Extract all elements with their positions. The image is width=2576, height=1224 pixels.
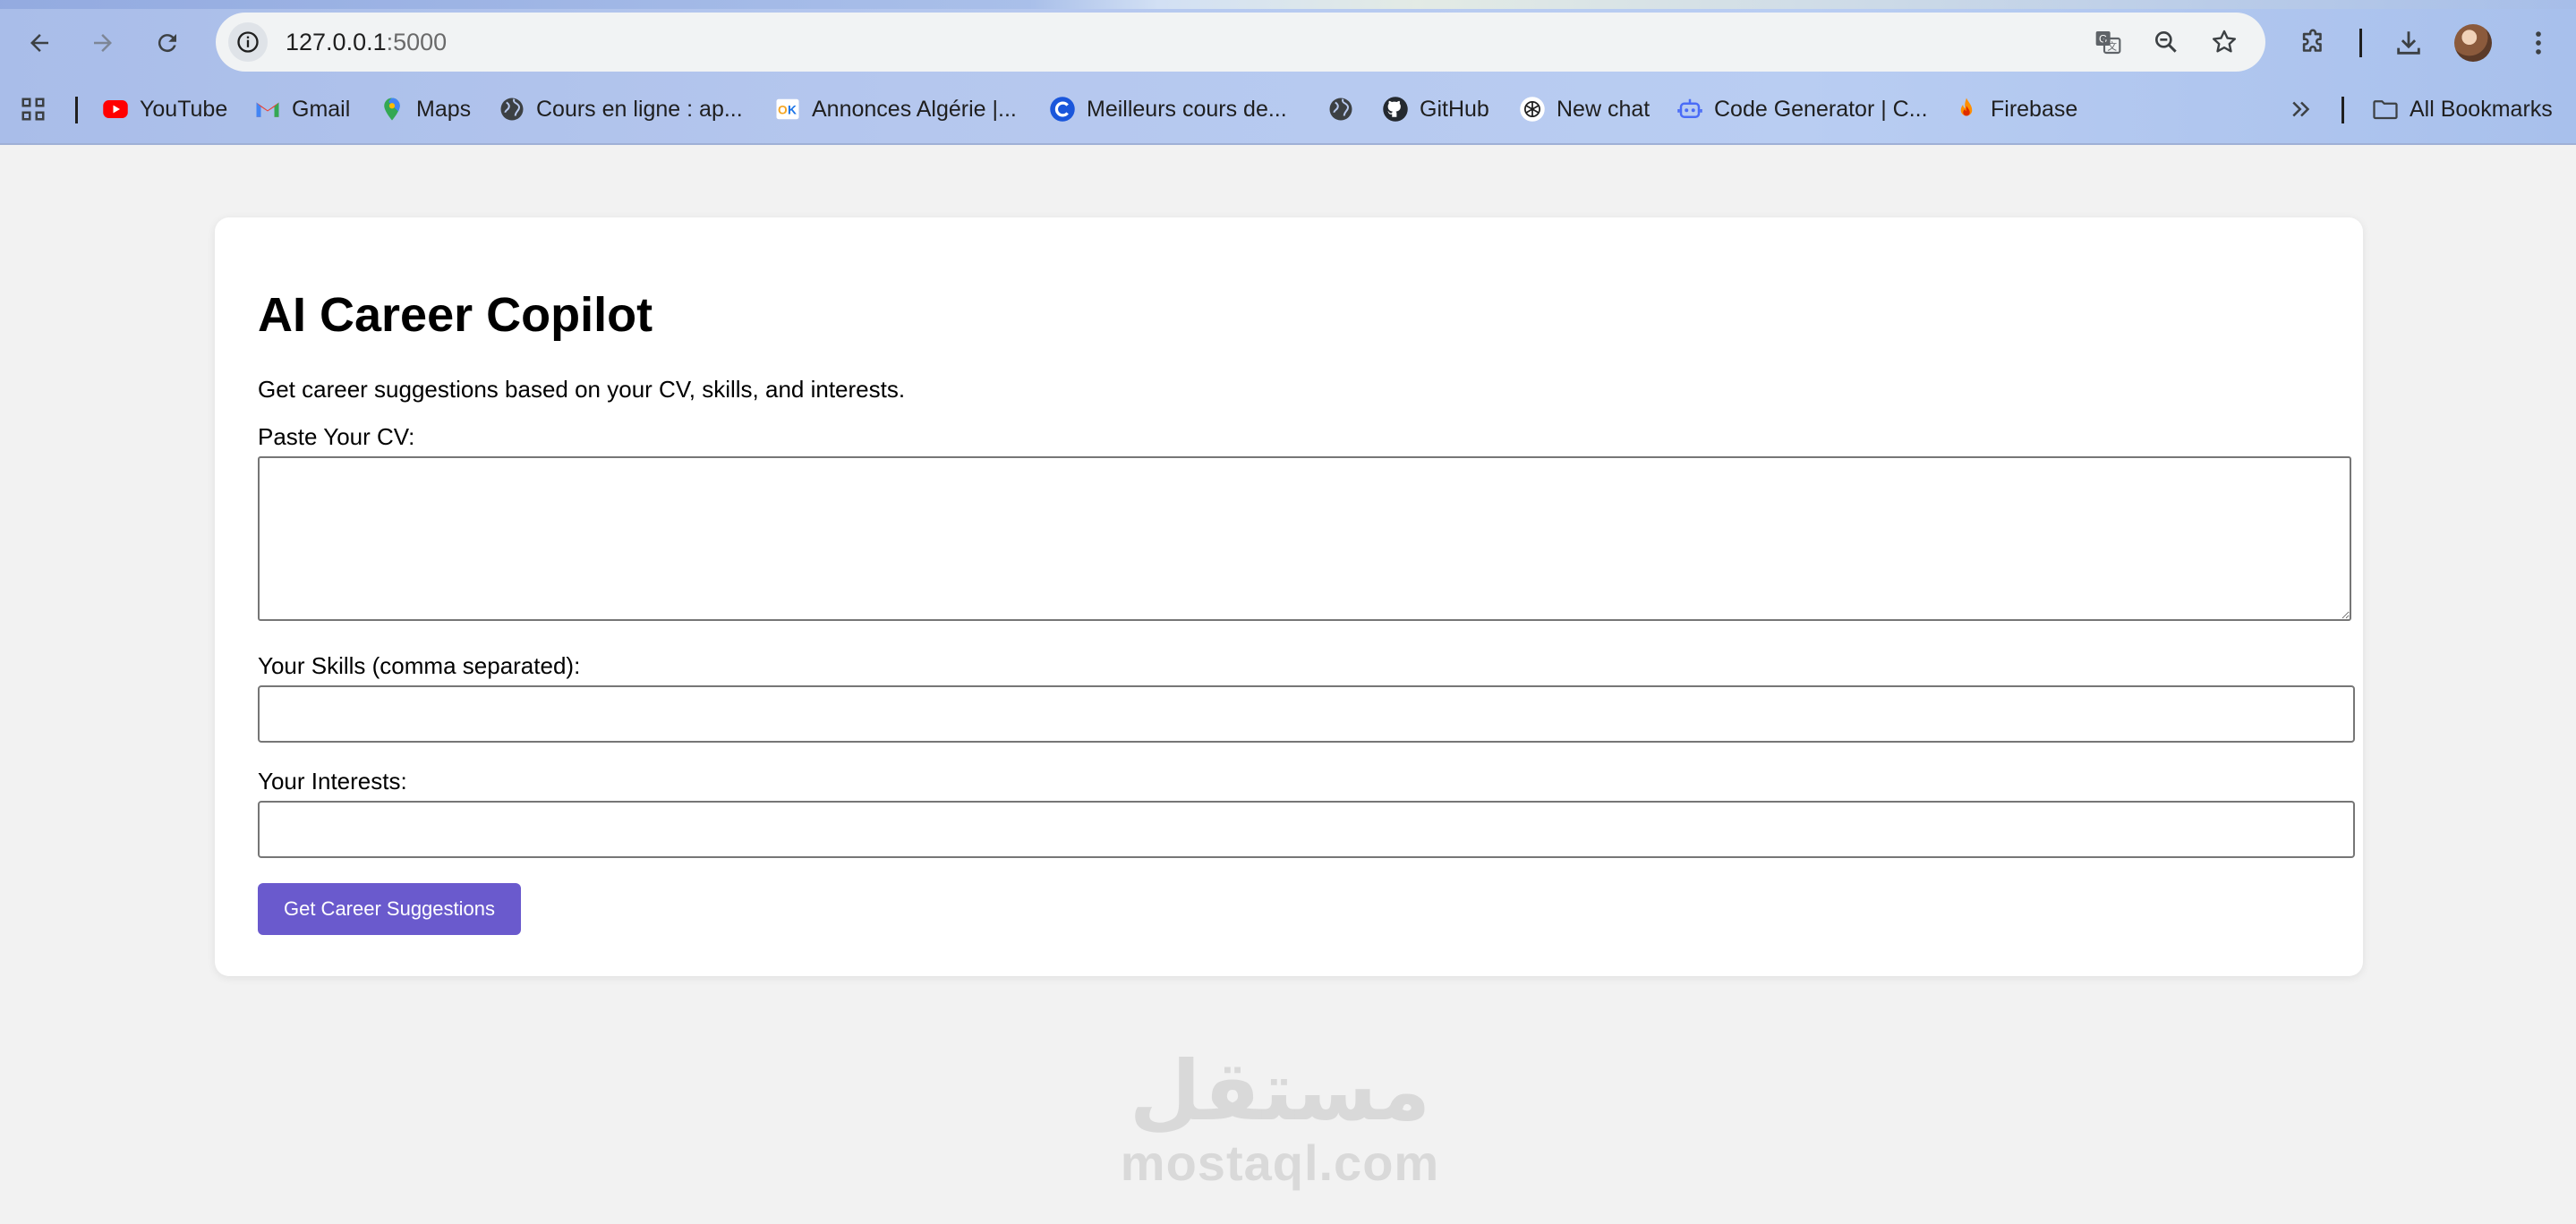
maps-icon bbox=[379, 96, 405, 123]
bookmark-github[interactable]: GitHub bbox=[1382, 86, 1489, 132]
apps-grid-icon bbox=[20, 96, 47, 123]
site-info-button[interactable] bbox=[228, 22, 268, 62]
github-icon bbox=[1382, 96, 1409, 123]
bookmark-youtube[interactable]: YouTube bbox=[102, 86, 227, 132]
toolbar-separator bbox=[2359, 29, 2362, 57]
bookmark-label: Annonces Algérie |... bbox=[812, 96, 1017, 122]
svg-text:O: O bbox=[778, 104, 788, 117]
profile-avatar[interactable] bbox=[2454, 24, 2492, 62]
download-icon bbox=[2397, 31, 2420, 55]
svg-text:文: 文 bbox=[2107, 41, 2117, 53]
bookmarks-separator bbox=[75, 97, 78, 123]
interests-label: Your Interests: bbox=[258, 768, 407, 795]
star-icon bbox=[2212, 30, 2237, 53]
reload-button[interactable] bbox=[144, 20, 191, 66]
youtube-icon bbox=[102, 96, 129, 123]
bookmark-label: GitHub bbox=[1420, 96, 1489, 122]
url-text[interactable]: 127.0.0.1:5000 bbox=[286, 29, 447, 56]
apps-button[interactable] bbox=[20, 86, 47, 132]
globe-icon bbox=[499, 96, 525, 123]
bookmark-star-button[interactable] bbox=[2205, 22, 2244, 62]
bookmark-label: Firebase bbox=[1991, 96, 2078, 122]
career-form-card: AI Career Copilot Get career suggestions… bbox=[215, 217, 2363, 976]
bookmark-label: Meilleurs cours de... bbox=[1087, 96, 1287, 122]
bookmark-gmail[interactable]: Gmail bbox=[254, 86, 350, 132]
reload-icon bbox=[158, 34, 176, 53]
bookmark-label: New chat bbox=[1557, 96, 1651, 122]
bookmark-annonces-algerie[interactable]: OK Annonces Algérie |... bbox=[774, 86, 1017, 132]
folder-icon bbox=[2372, 96, 2399, 123]
zoom-button[interactable] bbox=[2146, 22, 2186, 62]
translate-icon: G文 bbox=[2095, 31, 2121, 55]
kebab-menu-icon bbox=[2536, 31, 2541, 55]
browser-menu-button[interactable] bbox=[2515, 20, 2562, 66]
downloads-button[interactable] bbox=[2385, 20, 2432, 66]
interests-input[interactable] bbox=[258, 801, 2355, 858]
arrow-right-icon bbox=[94, 34, 112, 52]
url-port: :5000 bbox=[386, 28, 448, 55]
firebase-icon bbox=[1953, 96, 1980, 123]
tab-strip-edge bbox=[0, 0, 2576, 9]
robot-icon bbox=[1676, 96, 1703, 123]
skills-label: Your Skills (comma separated): bbox=[258, 652, 581, 679]
forward-button[interactable] bbox=[80, 20, 126, 66]
bookmark-meilleurs-cours[interactable]: Meilleurs cours de... bbox=[1049, 86, 1287, 132]
bookmark-label: YouTube bbox=[140, 96, 228, 122]
page-title: AI Career Copilot bbox=[258, 288, 653, 342]
cv-label: Paste Your CV: bbox=[258, 423, 415, 450]
page-subtitle: Get career suggestions based on your CV,… bbox=[258, 376, 906, 403]
bookmark-firebase[interactable]: Firebase bbox=[1953, 86, 2077, 132]
chevron-double-right-icon bbox=[2288, 96, 2315, 123]
back-button[interactable] bbox=[16, 20, 63, 66]
puzzle-icon bbox=[2302, 29, 2322, 52]
bookmark-globe[interactable] bbox=[1327, 86, 1365, 132]
info-icon bbox=[237, 31, 259, 53]
browser-toolbar: 127.0.0.1:5000 G文 YouTube Gmail Maps Cou… bbox=[0, 0, 2576, 145]
url-host: 127.0.0.1 bbox=[286, 28, 387, 55]
all-bookmarks-label: All Bookmarks bbox=[2410, 96, 2553, 122]
more-bookmarks-button[interactable] bbox=[2288, 86, 2315, 132]
bookmark-label: Maps bbox=[416, 96, 472, 122]
mostaql-watermark: مستقل mostaql.com bbox=[1101, 1047, 1459, 1190]
skills-input[interactable] bbox=[258, 685, 2355, 743]
arrow-left-icon bbox=[30, 34, 48, 52]
bookmark-label: Code Generator | C... bbox=[1714, 96, 1928, 122]
bookmarks-bar: YouTube Gmail Maps Cours en ligne : ap..… bbox=[0, 86, 2576, 132]
bookmark-maps[interactable]: Maps bbox=[379, 86, 471, 132]
openai-icon bbox=[1519, 96, 1546, 123]
address-bar[interactable]: 127.0.0.1:5000 G文 bbox=[216, 13, 2265, 72]
all-bookmarks-button[interactable]: All Bookmarks bbox=[2372, 86, 2553, 132]
bookmark-label: Gmail bbox=[292, 96, 351, 122]
bookmark-new-chat[interactable]: New chat bbox=[1519, 86, 1650, 132]
bookmarks-separator bbox=[2341, 97, 2344, 123]
ouedkniss-icon: OK bbox=[774, 96, 801, 123]
bookmark-label: Cours en ligne : ap... bbox=[536, 96, 743, 122]
bookmark-code-generator[interactable]: Code Generator | C... bbox=[1676, 86, 1928, 132]
watermark-latin: mostaql.com bbox=[1120, 1135, 1440, 1191]
gmail-icon bbox=[254, 96, 281, 123]
watermark-arabic: مستقل bbox=[1129, 1043, 1431, 1139]
svg-text:K: K bbox=[788, 104, 797, 117]
extensions-button[interactable] bbox=[2290, 20, 2336, 66]
get-career-suggestions-button[interactable]: Get Career Suggestions bbox=[258, 883, 521, 935]
coursera-icon bbox=[1049, 96, 1076, 123]
bookmark-cours-en-ligne[interactable]: Cours en ligne : ap... bbox=[499, 86, 743, 132]
translate-button[interactable]: G文 bbox=[2088, 22, 2128, 62]
zoom-out-icon bbox=[2155, 30, 2177, 53]
cv-textarea[interactable] bbox=[258, 456, 2351, 621]
globe-icon bbox=[1327, 96, 1354, 123]
